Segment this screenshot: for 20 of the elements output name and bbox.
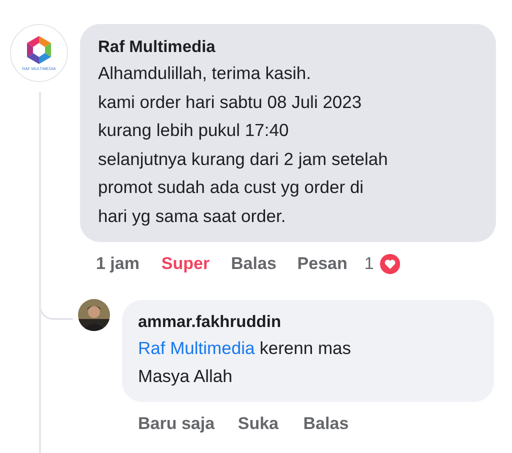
comment-text: promot sudah ada cust yg order di xyxy=(98,176,365,199)
action-link[interactable]: Balas xyxy=(303,414,374,434)
reaction-count: 1 xyxy=(364,254,374,274)
mention-link[interactable]: Raf Multimedia xyxy=(138,338,255,358)
reply-text: Raf Multimedia kerenn mas Masya Allah xyxy=(138,337,352,388)
action-link[interactable]: Super xyxy=(161,254,232,274)
timestamp: 1 jam xyxy=(96,254,140,274)
action-link[interactable]: Balas xyxy=(231,254,298,274)
user-avatar[interactable] xyxy=(78,299,110,331)
action-link[interactable]: Pesan xyxy=(297,254,364,274)
timestamp: Baru saja xyxy=(138,414,216,434)
comment-text: kami order hari sabtu 08 Juli 2023 xyxy=(98,90,363,114)
author-name[interactable]: ammar.fakhruddin xyxy=(138,310,478,334)
action-link[interactable]: Suka xyxy=(238,414,304,434)
comment-text: Alhamdulillah, terima kasih. xyxy=(98,62,312,85)
author-name[interactable]: Raf Multimedia xyxy=(98,35,480,59)
logo-icon xyxy=(24,35,54,65)
comment-text: hari yg sama saat order. xyxy=(98,204,287,228)
comment-text: selanjutnya kurang dari 2 jam setelah xyxy=(98,148,389,171)
comment-text: kurang lebih pukul 17:40 xyxy=(98,119,290,142)
